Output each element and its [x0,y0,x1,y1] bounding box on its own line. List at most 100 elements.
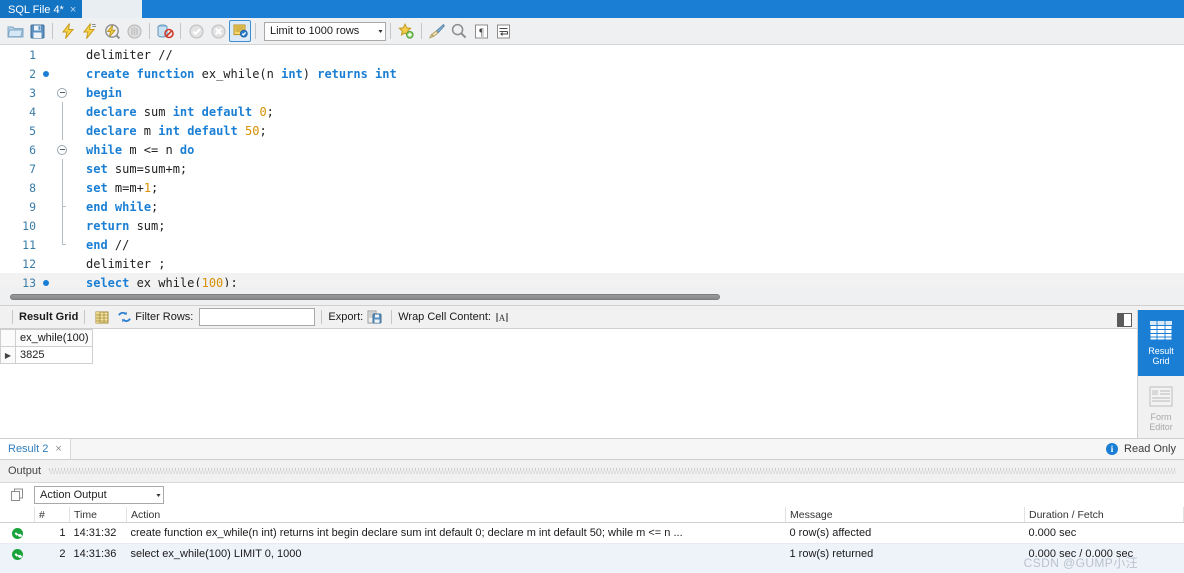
toggle-sidebar-icon[interactable] [1117,313,1132,327]
invisible-chars-icon[interactable]: ¶ [470,20,492,42]
sql-code-editor[interactable]: 1 delimiter // 2 create function ex_while(n… [0,45,1184,287]
limit-rows-value: Limit to 1000 rows [270,25,360,37]
fold-guide [54,216,70,235]
code-line[interactable]: 6 while m <= n do [0,140,1184,159]
clear-icon[interactable] [426,20,448,42]
explain-icon[interactable] [101,20,123,42]
sidebar-label-line2: Editor [1149,422,1173,432]
output-column-header[interactable]: Action [126,507,786,523]
save-file-icon[interactable] [26,20,48,42]
refresh-icon[interactable] [113,306,135,328]
fold-guide [54,254,70,273]
code-line[interactable]: 10 return sum; [0,216,1184,235]
statement-marker-icon[interactable] [38,70,54,77]
output-duration-cell: 0.000 sec / 0.000 sec [1024,543,1184,565]
code-line[interactable]: 7 set sum=sum+m; [0,159,1184,178]
fold-toggle-icon[interactable] [54,140,70,159]
close-icon[interactable]: × [70,4,76,16]
toggle-schema-icon[interactable] [154,20,176,42]
line-number: 6 [29,142,36,157]
success-status-icon [11,548,23,560]
action-output-select[interactable]: Action Output ▾ [34,486,164,504]
tab-sql-file-4[interactable]: SQL File 4* × [0,0,83,18]
tab-result-2[interactable]: Result 2 × [0,439,71,459]
grid-cell[interactable]: 3825 [14,346,94,364]
code-line[interactable]: 9 end while; [0,197,1184,216]
toolbar-separator [391,310,393,324]
sidebar-label-line1: Form [1150,412,1172,422]
code-line[interactable]: 8 set m=m+1; [0,178,1184,197]
line-number: 1 [29,47,36,62]
autocommit-icon[interactable] [229,20,251,42]
grid-row[interactable]: ▶ 3825 [0,346,94,364]
action-output-table[interactable]: # Time Action Message Duration / Fetch 1 14:31… [0,507,1184,565]
line-number: 9 [29,199,36,214]
code-line[interactable]: 4 declare sum int default 0; [0,102,1184,121]
open-file-icon[interactable] [4,20,26,42]
fold-guide [54,45,70,64]
code-line[interactable]: 1 delimiter // [0,45,1184,64]
output-row[interactable]: 2 14:31:36 select ex_while(100) LIMIT 0, 1… [0,543,1184,565]
code-line[interactable]: 3 begin [0,83,1184,102]
code-text: select ex_while(100); [86,275,238,288]
fold-guide [54,235,70,254]
action-output-value: Action Output [40,489,107,501]
toolbar-separator [84,310,86,324]
code-line[interactable]: 13 select ex_while(100); [0,273,1184,287]
rollback-icon[interactable] [207,20,229,42]
fold-guide [54,197,70,216]
execute-current-icon[interactable] [79,20,101,42]
grid-icon[interactable] [91,306,113,328]
close-icon[interactable]: × [55,443,61,455]
output-column-header[interactable]: # [34,507,70,523]
code-line[interactable]: 11 end // [0,235,1184,254]
output-header-row: # Time Action Message Duration / Fetch [0,507,1184,523]
grid-corner-cell[interactable] [0,329,16,347]
code-line[interactable]: 5 declare m int default 50; [0,121,1184,140]
output-column-header[interactable]: Time [69,507,127,523]
editor-hscrollbar-thumb[interactable] [10,294,720,300]
fold-guide [54,159,70,178]
code-text: declare m int default 50; [86,123,267,138]
wrap-lines-icon[interactable] [492,20,514,42]
fold-toggle-icon[interactable] [54,83,70,102]
result-grid-label: Result Grid [19,311,79,323]
execute-icon[interactable] [57,20,79,42]
fold-guide [54,273,70,287]
code-line[interactable]: 2 create function ex_while(n int) returns… [0,64,1184,83]
stop-icon[interactable] [123,20,145,42]
editor-hscrollbar-track[interactable] [0,287,1184,305]
code-text: declare sum int default 0; [86,104,274,119]
sidebar-item-result-grid[interactable]: Result Grid [1138,310,1184,376]
output-column-header[interactable] [0,507,35,523]
result-tab-label: Result 2 [8,443,49,455]
result-grid-table[interactable]: ex_while(100) ▶ 3825 [0,329,94,364]
wrap-cell-icon[interactable]: A [491,306,513,328]
result-grid-area[interactable]: ex_while(100) ▶ 3825 [0,329,1184,438]
statement-marker-icon[interactable] [38,279,54,286]
output-column-header[interactable]: Duration / Fetch [1024,507,1184,523]
result-grid-toolbar: Result Grid Filter Rows: Export: Wrap Ce… [0,305,1184,329]
output-column-header[interactable]: Message [785,507,1025,523]
grid-column-header[interactable]: ex_while(100) [14,329,94,347]
beautify-icon[interactable] [395,20,417,42]
editor-tab-bar: SQL File 4* × [0,0,1184,18]
output-row[interactable]: 1 14:31:32 create function ex_while(n int)… [0,522,1184,544]
row-selector-icon[interactable]: ▶ [0,346,16,364]
code-line[interactable]: 12 delimiter ; [0,254,1184,273]
copy-icon[interactable] [6,484,28,506]
output-action-cell: select ex_while(100) LIMIT 0, 1000 [126,543,786,565]
chevron-down-icon: ▾ [156,492,161,499]
toolbar-separator [180,23,181,39]
info-icon: i [1106,443,1119,455]
output-status-cell [0,522,35,544]
limit-rows-select[interactable]: Limit to 1000 rows ▾ [264,21,386,41]
commit-icon[interactable] [185,20,207,42]
sidebar-item-form-editor[interactable]: Form Editor [1138,376,1184,442]
find-icon[interactable] [448,20,470,42]
export-icon[interactable] [363,306,385,328]
toolbar-separator [421,23,422,39]
sidebar-label-line2: Grid [1152,356,1170,366]
filter-rows-input[interactable] [199,308,316,326]
result-tab-bar: Result 2 × i Read Only [0,438,1184,459]
